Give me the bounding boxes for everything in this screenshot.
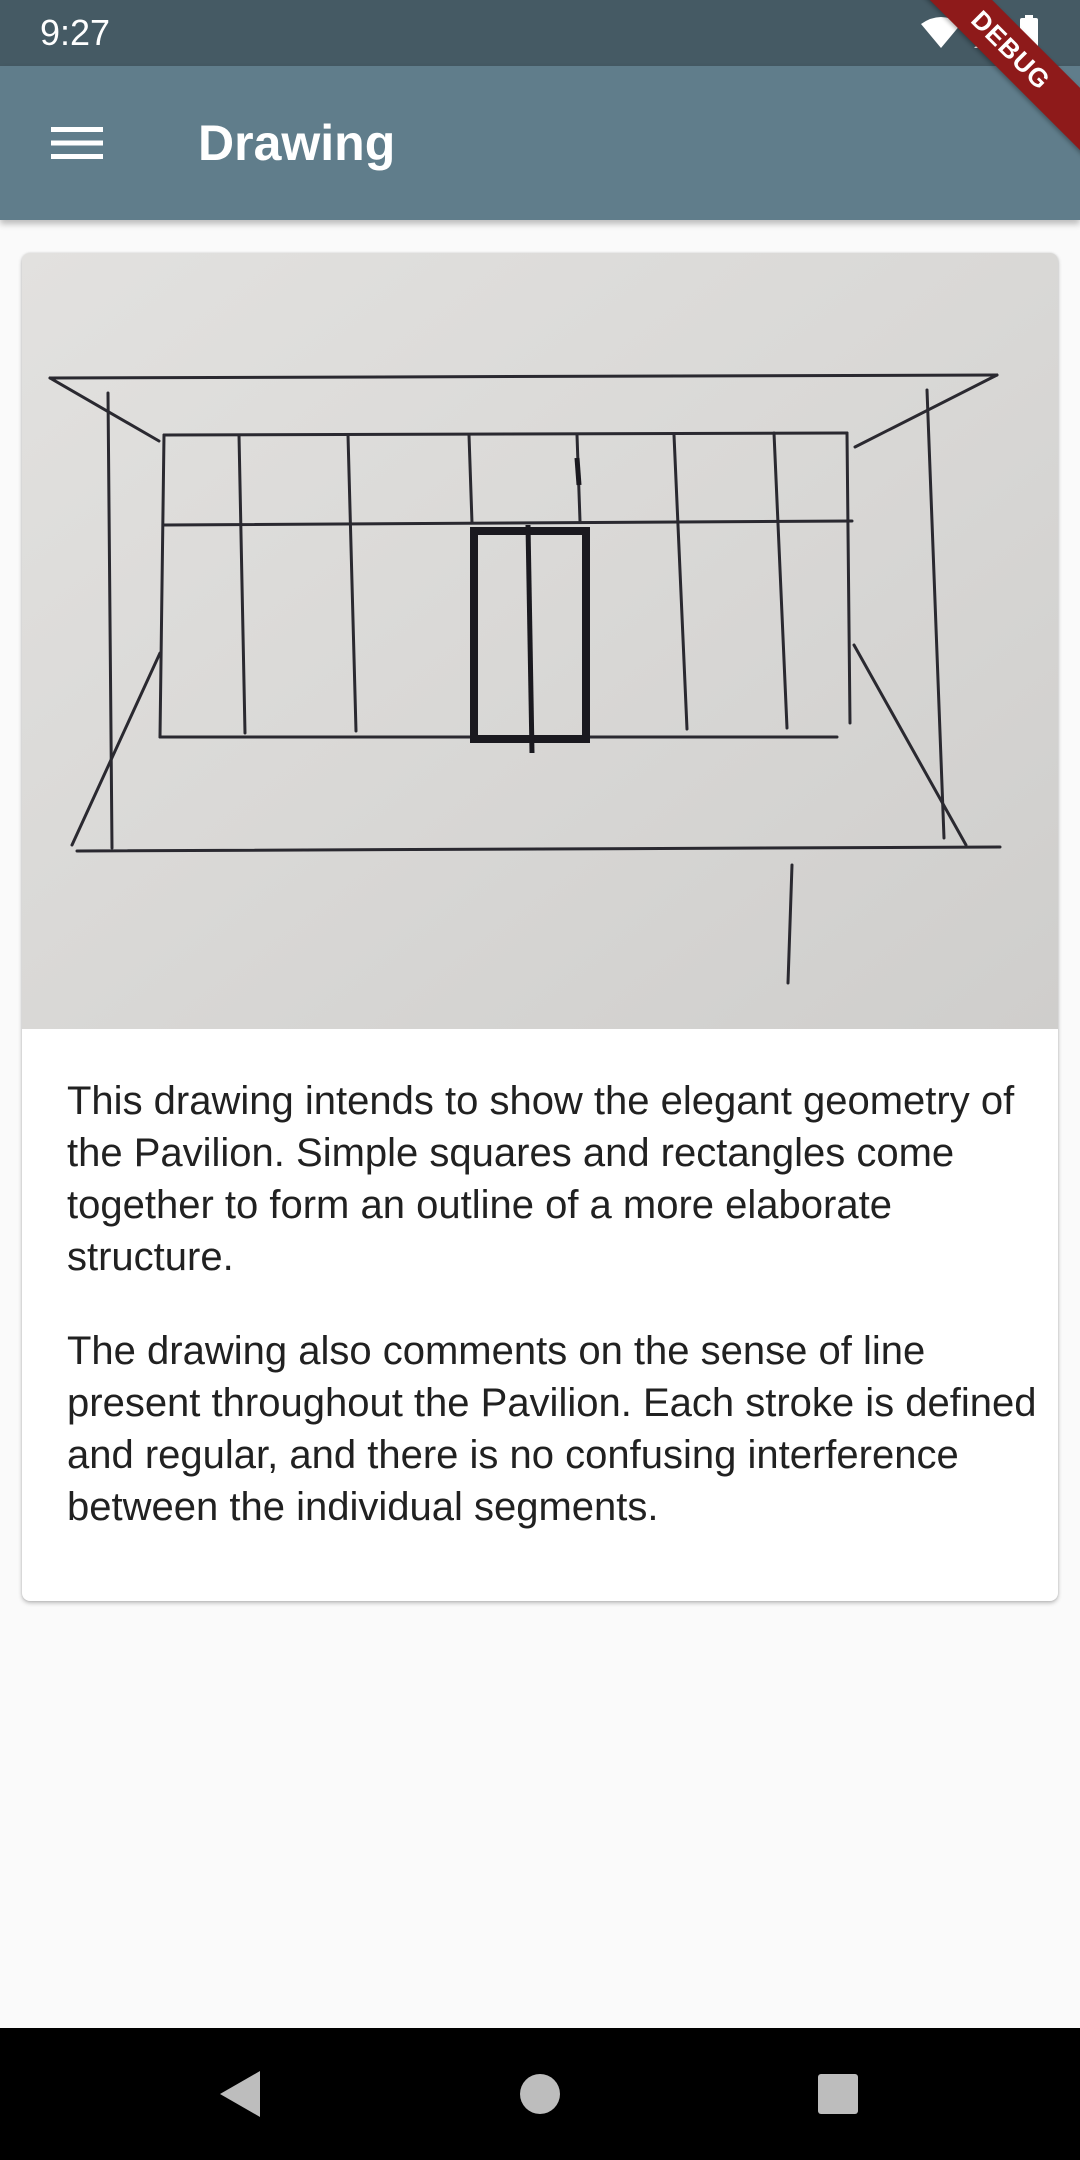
paragraph-2: The drawing also comments on the sense o… bbox=[67, 1329, 1037, 1529]
recents-icon bbox=[818, 2074, 858, 2114]
drawing-image bbox=[22, 253, 1058, 1029]
recents-button[interactable] bbox=[808, 2064, 868, 2124]
menu-button[interactable] bbox=[32, 103, 122, 183]
status-time: 9:27 bbox=[40, 12, 111, 53]
back-button[interactable] bbox=[210, 2064, 270, 2124]
pavilion-sketch bbox=[22, 253, 1058, 1029]
menu-icon bbox=[51, 127, 103, 159]
description-text: This drawing intends to show the elegant… bbox=[67, 1075, 1047, 1575]
back-icon bbox=[220, 2071, 260, 2117]
content-card: This drawing intends to show the elegant… bbox=[22, 253, 1058, 1601]
navigation-bar bbox=[0, 2028, 1080, 2160]
home-icon bbox=[520, 2074, 560, 2114]
app-title: Drawing bbox=[198, 115, 396, 171]
status-bar: 9:27 bbox=[0, 0, 1080, 66]
app-bar: Drawing bbox=[0, 66, 1080, 220]
paragraph-1: This drawing intends to show the elegant… bbox=[67, 1079, 1015, 1279]
home-button[interactable] bbox=[510, 2064, 570, 2124]
